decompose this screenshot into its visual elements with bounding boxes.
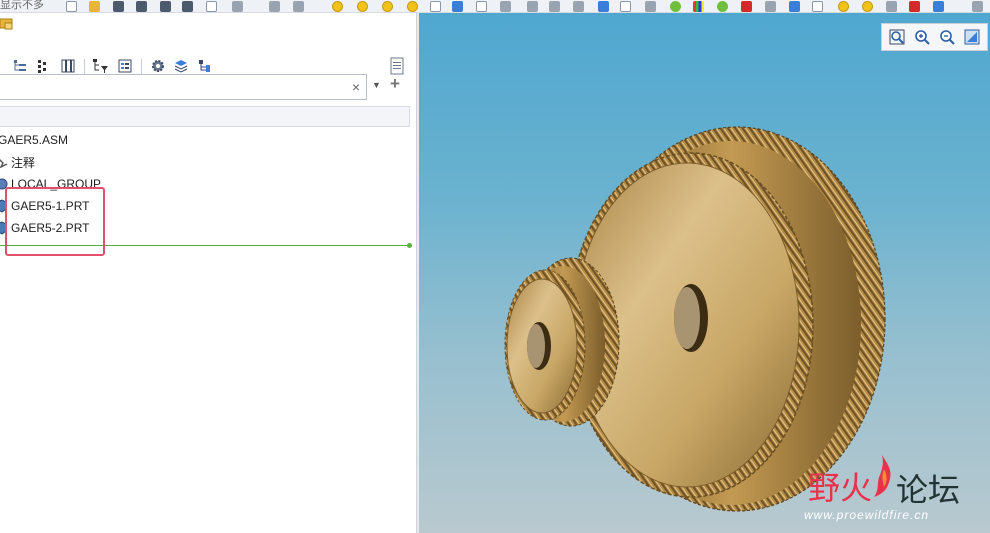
properties-icon[interactable]: [476, 1, 487, 12]
clear-search-button[interactable]: ×: [352, 79, 360, 95]
measure-icon[interactable]: [645, 1, 656, 12]
view-icon[interactable]: [549, 1, 560, 12]
quick-access-label: 显示不多: [0, 0, 44, 11]
small-gear[interactable]: [504, 257, 620, 427]
zoom-in-icon[interactable]: [912, 27, 932, 47]
save-copy-icon[interactable]: [136, 1, 147, 12]
view-orientation-icon[interactable]: [962, 27, 982, 47]
refit-icon[interactable]: [887, 27, 907, 47]
save-icon[interactable]: [113, 1, 124, 12]
smiley-icon[interactable]: [838, 1, 849, 12]
annotation-icon: [0, 155, 10, 169]
tree-columns-icon[interactable]: [11, 57, 29, 75]
layer-icon[interactable]: [765, 1, 776, 12]
graphics-viewport[interactable]: 野火 论坛 www.proewildfire.cn: [419, 13, 990, 533]
smiley-icon[interactable]: [862, 1, 873, 12]
regenerate-icon[interactable]: [269, 1, 280, 12]
view-toolbar: [881, 23, 988, 51]
tree-item-label: GAER5.ASM: [0, 133, 69, 147]
windows-icon[interactable]: [933, 1, 944, 12]
watermark-site: www.proewildfire.cn: [804, 508, 930, 522]
show-filter-icon[interactable]: [92, 57, 110, 75]
expand-all-icon[interactable]: [33, 57, 51, 75]
smiley-icon[interactable]: [332, 1, 343, 12]
watermark-text: 野火: [808, 469, 873, 507]
new-file-icon[interactable]: [66, 1, 77, 12]
quick-access-toolbar: 显示不多: [0, 0, 990, 13]
zoom-out-icon[interactable]: [937, 27, 957, 47]
tree-column-header[interactable]: [0, 106, 410, 127]
settings-list-icon[interactable]: [116, 57, 134, 75]
backup-icon[interactable]: [182, 1, 193, 12]
color-icon[interactable]: [693, 1, 704, 12]
add-filter-button[interactable]: +: [390, 74, 400, 94]
search-dropdown-button[interactable]: ▼: [372, 80, 382, 90]
close-window-icon[interactable]: [206, 1, 217, 12]
document-icon[interactable]: [812, 1, 823, 12]
tree-search-box: ×: [0, 74, 367, 100]
tree-search-input[interactable]: [0, 75, 339, 99]
flame-icon: [874, 455, 891, 497]
tree-filters-icon[interactable]: [59, 57, 77, 75]
undo-icon[interactable]: [232, 1, 243, 12]
search-tool-icon[interactable]: [573, 1, 584, 12]
smiley-icon[interactable]: [382, 1, 393, 12]
tree-item-annotation[interactable]: 注释: [0, 151, 410, 173]
exit-icon[interactable]: [909, 1, 920, 12]
highlight-annotation: [5, 187, 105, 256]
toolbar-separator: [141, 59, 142, 75]
app-window: 显示不多 × ▼ + GAER5.ASM 注释 LOCAL_GROUP GAER…: [0, 0, 990, 533]
grid-icon[interactable]: [598, 1, 609, 12]
gear-settings-icon[interactable]: [149, 57, 167, 75]
transfer-icon[interactable]: [500, 1, 511, 12]
layers-icon[interactable]: [172, 57, 190, 75]
window-icon[interactable]: [430, 1, 441, 12]
cut-icon[interactable]: [886, 1, 897, 12]
smiley-icon[interactable]: [407, 1, 418, 12]
model-tree-icon[interactable]: [452, 1, 463, 12]
status-icon[interactable]: [670, 1, 681, 12]
details-page-icon[interactable]: [388, 57, 406, 75]
forum-watermark: 野火 论坛 www.proewildfire.cn: [804, 453, 990, 533]
tree-item-assembly[interactable]: GAER5.ASM: [0, 129, 410, 151]
folder-tree-icon[interactable]: [0, 17, 14, 31]
sketch-icon[interactable]: [620, 1, 631, 12]
structure-icon[interactable]: [196, 57, 214, 75]
watermark-text: 论坛: [896, 471, 961, 509]
render-icon[interactable]: [717, 1, 728, 12]
open-folder-icon[interactable]: [89, 1, 100, 12]
more-icon[interactable]: [972, 1, 983, 12]
model-tree-panel: × ▼ + GAER5.ASM 注释 LOCAL_GROUP GAER5-1.P…: [0, 13, 416, 533]
toolbar-separator: [84, 59, 85, 75]
tree-item-label: 注释: [11, 155, 36, 170]
tool-icon[interactable]: [293, 1, 304, 12]
shield-icon[interactable]: [789, 1, 800, 12]
marker-icon[interactable]: [741, 1, 752, 12]
save-all-icon[interactable]: [160, 1, 171, 12]
smiley-icon[interactable]: [357, 1, 368, 12]
lock-icon[interactable]: [527, 1, 538, 12]
